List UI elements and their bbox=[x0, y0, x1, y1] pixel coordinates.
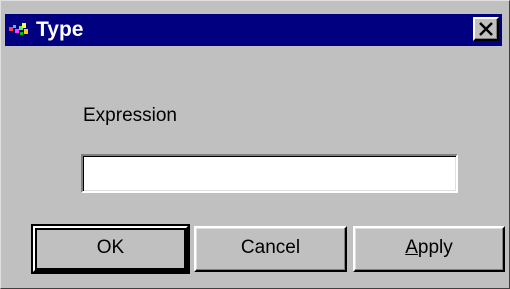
apply-button[interactable]: Apply bbox=[353, 226, 505, 272]
close-button[interactable] bbox=[473, 17, 499, 41]
close-icon bbox=[479, 22, 493, 36]
type-dialog: Type Expression OK Cancel Apply bbox=[0, 0, 510, 289]
apply-mnemonic: A bbox=[405, 237, 418, 258]
app-icon bbox=[9, 23, 31, 37]
window-title: Type bbox=[36, 18, 84, 41]
ok-button[interactable]: OK bbox=[31, 224, 190, 274]
cancel-button[interactable]: Cancel bbox=[194, 226, 347, 272]
title-bar[interactable]: Type bbox=[5, 14, 502, 46]
apply-label-rest: pply bbox=[417, 237, 453, 258]
expression-label: Expression bbox=[83, 105, 177, 126]
expression-input[interactable] bbox=[81, 154, 458, 193]
